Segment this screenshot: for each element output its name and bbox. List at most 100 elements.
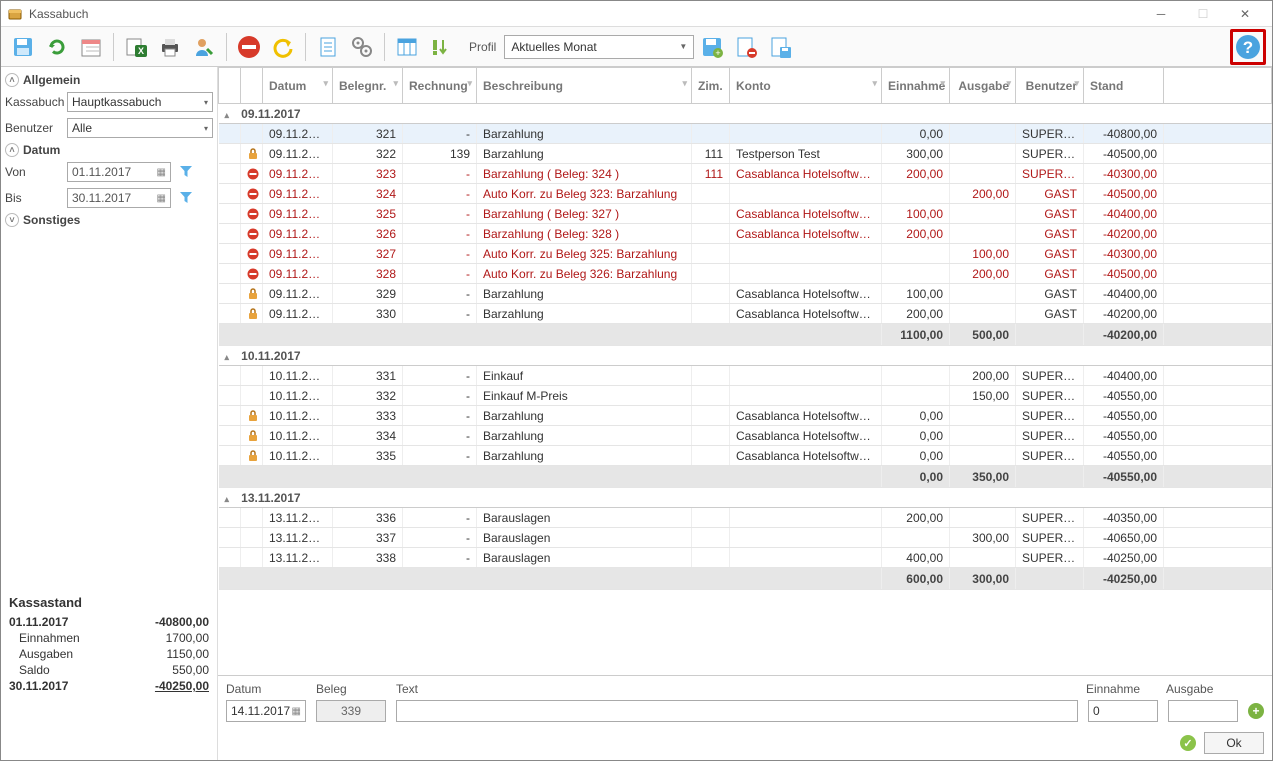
table-row[interactable]: 10.11.2017335-BarzahlungCasablanca Hotel… (219, 446, 1272, 466)
profile-select[interactable]: Aktuelles Monat ▼ (504, 35, 694, 59)
filter-icon: ▾ (940, 78, 945, 89)
calendar-button[interactable] (75, 30, 107, 64)
calendar-icon: ▦ (157, 193, 166, 204)
kassabuch-select[interactable]: Hauptkassabuch▾ (67, 92, 213, 112)
table-row[interactable]: 10.11.2017332-Einkauf M-Preis150,00SUPER… (219, 386, 1272, 406)
col-stand[interactable]: Stand (1084, 68, 1164, 104)
undo-button[interactable] (267, 30, 299, 64)
col-zim[interactable]: Zim. (692, 68, 730, 104)
close-button[interactable]: ✕ (1224, 2, 1266, 26)
ok-button[interactable]: Ok (1204, 732, 1264, 754)
benutzer-label: Benutzer (5, 121, 63, 135)
sort-button[interactable] (425, 30, 457, 64)
group-row[interactable]: ▴ 13.11.2017 (219, 488, 1272, 508)
main: Datum▾ Belegnr.▾ Rechnung▾ Beschreibung▾… (218, 67, 1272, 760)
lock-icon (247, 308, 256, 320)
toolbar: X Profil Aktuelles Monat ▼ + ? (1, 27, 1272, 67)
table-row[interactable]: 09.11.2017326-Barzahlung ( Beleg: 328 )C… (219, 224, 1272, 244)
profile-savecopy-button[interactable] (764, 30, 796, 64)
sum-row: 600,00300,00-40250,00 (219, 568, 1272, 590)
stop-icon (247, 188, 256, 200)
ok-icon: ✓ (1180, 735, 1196, 751)
window: Kassabuch ─ ☐ ✕ X Profil Aktuelles Monat… (0, 0, 1273, 761)
filter-icon: ▾ (323, 78, 328, 89)
von-input[interactable]: 01.11.2017 ▦ (67, 162, 171, 182)
table-row[interactable]: 09.11.2017327-Auto Korr. zu Beleg 325: B… (219, 244, 1272, 264)
entry-datum-label: Datum (226, 682, 306, 696)
col-ausgabe[interactable]: Ausgabe▾ (950, 68, 1016, 104)
section-allgemein[interactable]: ˄ Allgemein (5, 71, 213, 89)
group-row[interactable]: ▴ 09.11.2017 (219, 104, 1272, 124)
lock-icon (247, 288, 256, 300)
table-row[interactable]: 09.11.2017325-Barzahlung ( Beleg: 327 )C… (219, 204, 1272, 224)
profile-delete-button[interactable] (730, 30, 762, 64)
col-benutzer[interactable]: Benutzer▾ (1016, 68, 1084, 104)
section-sonstiges[interactable]: ˅ Sonstiges (5, 211, 213, 229)
entry-ausgabe-input[interactable] (1168, 700, 1238, 722)
table-row[interactable]: 10.11.2017331-Einkauf200,00SUPERVISO-404… (219, 366, 1272, 386)
table-row[interactable]: 09.11.2017321-Barzahlung0,00SUPERVISO-40… (219, 124, 1272, 144)
minimize-button[interactable]: ─ (1140, 2, 1182, 26)
profile-save-button[interactable]: + (696, 30, 728, 64)
delete-button[interactable] (233, 30, 265, 64)
export-excel-button[interactable]: X (120, 30, 152, 64)
columns-button[interactable] (391, 30, 423, 64)
help-button[interactable]: ? (1230, 29, 1266, 65)
table-row[interactable]: 13.11.2017337-Barauslagen300,00SUPERVISO… (219, 528, 1272, 548)
entry-datum-input[interactable]: 14.11.2017▦ (226, 700, 306, 722)
entry-text-input[interactable] (396, 700, 1078, 722)
bis-label: Bis (5, 191, 63, 205)
von-filter-button[interactable] (175, 162, 197, 182)
table-row[interactable]: 10.11.2017333-BarzahlungCasablanca Hotel… (219, 406, 1272, 426)
entry-einnahme-input[interactable]: 0 (1088, 700, 1158, 722)
document-button[interactable] (312, 30, 344, 64)
col-belegnr[interactable]: Belegnr.▾ (333, 68, 403, 104)
section-datum[interactable]: ˄ Datum (5, 141, 213, 159)
refresh-button[interactable] (41, 30, 73, 64)
submit-row: ✓ Ok (218, 730, 1272, 760)
table-row[interactable]: 09.11.2017330-BarzahlungCasablanca Hotel… (219, 304, 1272, 324)
table-row[interactable]: 09.11.2017328-Auto Korr. zu Beleg 326: B… (219, 264, 1272, 284)
sidebar: ˄ Allgemein Kassabuch Hauptkassabuch▾ Be… (1, 67, 218, 760)
table-row[interactable]: 09.11.2017324-Auto Korr. zu Beleg 323: B… (219, 184, 1272, 204)
bis-input[interactable]: 30.11.2017 ▦ (67, 188, 171, 208)
lock-icon (247, 430, 256, 442)
sum-row: 1100,00500,00-40200,00 (219, 324, 1272, 346)
filter-icon: ▾ (1006, 78, 1011, 89)
save-button[interactable] (7, 30, 39, 64)
add-entry-button[interactable]: + (1248, 703, 1264, 719)
filter-icon: ▾ (1074, 78, 1079, 89)
benutzer-select[interactable]: Alle▾ (67, 118, 213, 138)
grid[interactable]: Datum▾ Belegnr.▾ Rechnung▾ Beschreibung▾… (218, 67, 1272, 675)
table-row[interactable]: 09.11.2017323-Barzahlung ( Beleg: 324 )1… (219, 164, 1272, 184)
print-button[interactable] (154, 30, 186, 64)
kassabuch-label: Kassabuch (5, 95, 63, 109)
stop-icon (247, 228, 256, 240)
table-row[interactable]: 13.11.2017336-Barauslagen200,00SUPERVISO… (219, 508, 1272, 528)
col-konto[interactable]: Konto▾ (730, 68, 882, 104)
col-einnahme[interactable]: Einnahme▾ (882, 68, 950, 104)
maximize-button[interactable]: ☐ (1182, 2, 1224, 26)
bis-filter-button[interactable] (175, 188, 197, 208)
group-row[interactable]: ▴ 10.11.2017 (219, 346, 1272, 366)
filter-icon: ▾ (872, 78, 877, 89)
chevron-up-icon: ˄ (5, 73, 19, 87)
table-row[interactable]: 09.11.2017322139Barzahlung111Testperson … (219, 144, 1272, 164)
col-beschreibung[interactable]: Beschreibung▾ (477, 68, 692, 104)
filter-icon: ▾ (467, 78, 472, 89)
titlebar: Kassabuch ─ ☐ ✕ (1, 1, 1272, 27)
calendar-icon: ▦ (157, 167, 166, 178)
col-datum[interactable]: Datum▾ (263, 68, 333, 104)
stop-icon (247, 268, 256, 280)
table-row[interactable]: 09.11.2017329-BarzahlungCasablanca Hotel… (219, 284, 1272, 304)
user-button[interactable] (188, 30, 220, 64)
table-row[interactable]: 10.11.2017334-BarzahlungCasablanca Hotel… (219, 426, 1272, 446)
chevron-down-icon: ▾ (204, 124, 208, 133)
sum-row: 0,00350,00-40550,00 (219, 466, 1272, 488)
body: ˄ Allgemein Kassabuch Hauptkassabuch▾ Be… (1, 67, 1272, 760)
entry-bar: Datum Beleg Text Einnahme Ausgabe 14.11.… (218, 675, 1272, 730)
table-row[interactable]: 13.11.2017338-Barauslagen400,00SUPERVISO… (219, 548, 1272, 568)
col-rechnung[interactable]: Rechnung▾ (403, 68, 477, 104)
kassastand-title: Kassastand (9, 595, 209, 610)
settings-button[interactable] (346, 30, 378, 64)
